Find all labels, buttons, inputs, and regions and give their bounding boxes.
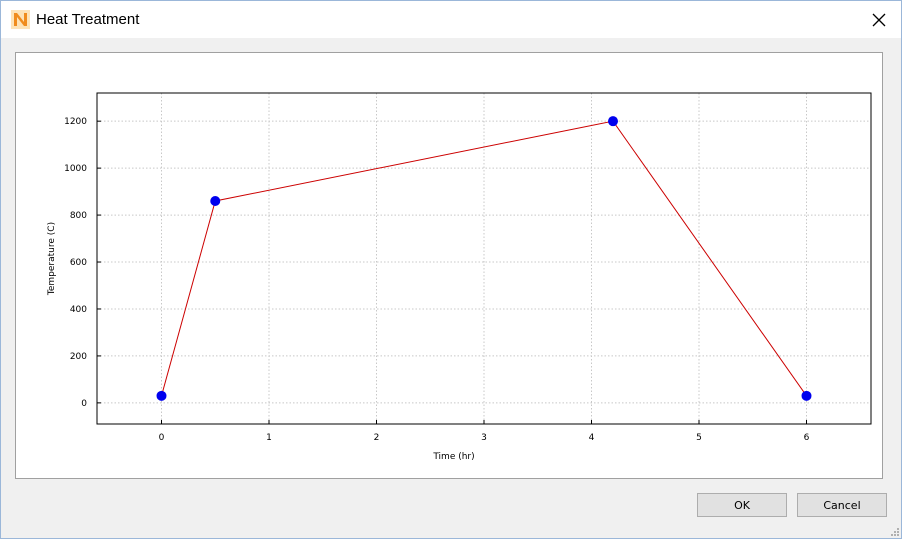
data-point (801, 390, 812, 401)
x-tick-label: 5 (696, 433, 702, 443)
chart-panel: 0 1 2 3 4 5 6 0 200 400 600 800 1000 1200 Time (hr) Tem… (15, 52, 883, 479)
data-point (210, 195, 221, 206)
data-point (608, 116, 618, 127)
temperature-time-chart: 0 1 2 3 4 5 6 0 200 400 600 800 1000 1200 Time (hr) Tem… (47, 92, 872, 462)
x-tick-label: 3 (481, 433, 487, 443)
data-point (156, 390, 167, 401)
resize-grip-icon[interactable] (889, 526, 899, 536)
y-tick-label: 600 (70, 258, 87, 268)
cancel-button[interactable]: Cancel (797, 493, 887, 517)
x-tick-label: 4 (589, 433, 595, 443)
y-tick-label: 800 (70, 211, 87, 221)
y-tick-label: 200 (70, 352, 87, 362)
x-tick-label: 2 (374, 433, 380, 443)
heat-treatment-dialog: Heat Treatment 0 1 2 3 4 5 6 0 200 400 600 800 1000 1… (0, 0, 902, 539)
ok-button[interactable]: OK (697, 493, 787, 517)
y-tick-label: 1200 (64, 117, 87, 127)
y-tick-label: 1000 (64, 164, 87, 174)
close-button[interactable] (857, 1, 901, 38)
y-tick-label: 0 (81, 399, 87, 409)
x-tick-label: 1 (266, 433, 272, 443)
y-tick-label: 400 (70, 305, 87, 315)
app-logo-n-icon (11, 10, 30, 29)
window-title: Heat Treatment (36, 11, 140, 28)
x-tick-label: 0 (159, 433, 165, 443)
x-axis-label: Time (hr) (432, 452, 474, 462)
y-axis-label: Temperature (C) (47, 222, 57, 296)
x-tick-label: 6 (804, 433, 810, 443)
close-icon (872, 13, 886, 26)
title-bar: Heat Treatment (1, 1, 901, 38)
